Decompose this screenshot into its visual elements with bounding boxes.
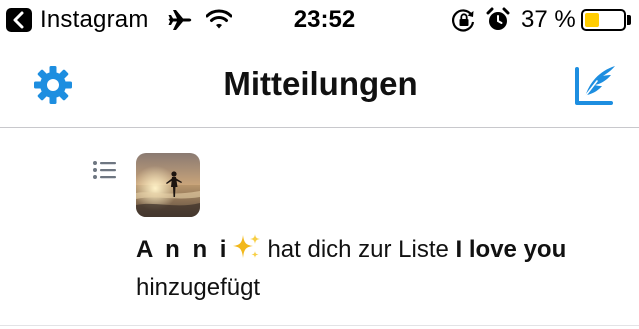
username[interactable]: A n n i <box>136 236 229 263</box>
sparkles-icon <box>231 233 261 271</box>
divider <box>0 325 639 326</box>
battery-icon <box>581 9 626 31</box>
page-title: Mitteilungen <box>223 65 418 102</box>
notification-body-after: hinzugefügt <box>136 274 261 301</box>
avatar[interactable] <box>136 153 200 217</box>
rotation-lock-icon <box>451 8 477 37</box>
battery-percent: 37 % <box>521 6 576 33</box>
list-icon <box>92 159 118 186</box>
battery-tip <box>627 15 631 25</box>
navigation-bar: Mitteilungen <box>0 40 639 128</box>
notification-item[interactable]: A n n i hat dich zur Liste I love you hi… <box>0 129 639 329</box>
status-bar: Instagram 23:52 37 % <box>0 0 639 40</box>
battery-level <box>585 13 599 27</box>
notification-body-before: hat dich zur Liste <box>267 236 449 263</box>
notification-text: A n n i hat dich zur Liste I love you hi… <box>136 233 606 305</box>
alarm-icon <box>486 7 510 38</box>
list-name[interactable]: I love you <box>456 236 567 263</box>
compose-icon[interactable] <box>573 63 619 112</box>
